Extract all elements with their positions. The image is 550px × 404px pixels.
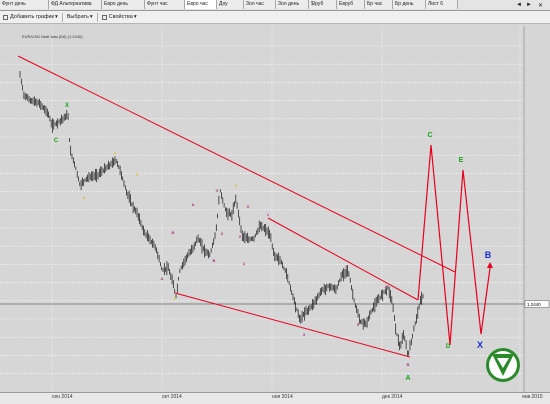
wave-label: B (407, 362, 410, 367)
wave-label: X (477, 340, 483, 350)
tab-3[interactable]: Фунт час (145, 0, 185, 9)
wave-label: X (216, 188, 219, 193)
current-price-value: 1.2440 (527, 302, 541, 307)
wave-label: Y (235, 183, 238, 188)
wave-label: A (405, 375, 410, 382)
tab-8[interactable]: $/руб (309, 0, 337, 9)
wave-label: A (161, 276, 164, 281)
wave-label: D (446, 344, 451, 350)
wave-label: X (221, 231, 224, 236)
wave-label: X (65, 103, 69, 109)
forecast-arrow-icon (487, 262, 493, 268)
wave-label: C (427, 132, 432, 139)
tab-scroll-left-icon[interactable]: ◄ (514, 2, 524, 8)
wave-label: E (459, 157, 464, 164)
symbol-label: EUR/USD Нмй 1мм (Бб) (1.2440) (22, 34, 83, 39)
chevron-down-icon: ▾ (133, 14, 137, 20)
x-axis: сен 2014 окт 2014 ноя 2014 дек 2014 янв … (0, 392, 550, 404)
tab-12[interactable]: Лист 6 (426, 0, 458, 9)
tab-1[interactable]: ФД Альтернатива (49, 0, 102, 9)
wave-label: Z (239, 234, 242, 239)
upper-trendline[interactable] (17, 55, 456, 273)
chart-grid (0, 26, 525, 392)
wave-label: 3 (303, 332, 306, 337)
chart-toolbar: Добавить график ▾ Выбрать ▾ Свойства ▾ (0, 11, 550, 24)
chevron-down-icon: ▾ (89, 14, 93, 20)
wave-label: X (83, 195, 86, 200)
sheet-tabs: Фунт день ФД Альтернатива Евро день Фунт… (0, 0, 550, 11)
logo-icon (486, 348, 520, 382)
properties-label: Свойства (108, 14, 133, 20)
wave-label: B (172, 230, 175, 235)
wave-label: 2 (243, 261, 246, 266)
tab-4[interactable]: Евро час (185, 0, 217, 9)
x-axis-label: окт 2014 (162, 394, 182, 400)
tab-9[interactable]: Евруб (337, 0, 365, 9)
tab-7[interactable]: Зол день (276, 0, 309, 9)
wave-label: X (247, 204, 250, 209)
add-chart-button[interactable]: Добавить график ▾ (0, 12, 61, 22)
wave-label: Y (136, 172, 139, 177)
x-axis-label: сен 2014 (52, 394, 73, 400)
tab-scroll-right-icon[interactable]: ► (524, 2, 534, 8)
wave-label: C (174, 296, 177, 301)
wave-label: A (385, 284, 388, 289)
tab-5[interactable]: Доу (217, 0, 244, 9)
price-chart[interactable]: EUR/USD Нмй 1мм (Бб) (1.2440) 1.2440 X C X… (0, 24, 550, 393)
x-axis-label: дек 2014 (382, 394, 403, 400)
toolbar-divider (96, 12, 98, 22)
wave-label: B (485, 250, 492, 260)
tab-scroll: ◄ ► (514, 0, 534, 10)
toolbar-divider (61, 12, 63, 22)
add-chart-label: Добавить график (10, 14, 54, 20)
window-close-icon[interactable]: ✕ (538, 0, 543, 10)
wave-label: Y (114, 151, 117, 156)
x-axis-label: ноя 2014 (272, 394, 293, 400)
forecast-path[interactable] (417, 144, 491, 346)
wave-label: A (192, 202, 195, 207)
tab-10[interactable]: Бр час (365, 0, 393, 9)
price-series (19, 71, 424, 356)
wave-label: B (213, 258, 216, 263)
chart-canvas[interactable]: EUR/USD Нмй 1мм (Бб) (1.2440) 1.2440 X C X… (0, 24, 550, 393)
properties-button[interactable]: Свойства ▾ (99, 12, 140, 22)
tab-2[interactable]: Евро день (102, 0, 145, 9)
select-label: Выбрать (66, 14, 89, 20)
tab-11[interactable]: Бр день (393, 0, 426, 9)
wave-label: C (54, 138, 59, 144)
wave-label: 1 (267, 212, 270, 217)
x-axis-label: янв 2015 (522, 394, 543, 400)
wave-labels: XCXYYABCABXYXZX12345ABCDEABX (54, 103, 492, 382)
tab-6[interactable]: Зол час (244, 0, 276, 9)
tab-0[interactable]: Фунт день (0, 0, 49, 9)
properties-icon (101, 14, 107, 20)
select-button[interactable]: Выбрать ▾ (64, 12, 96, 22)
chart-add-icon (3, 14, 8, 20)
chevron-down-icon: ▾ (54, 14, 58, 20)
